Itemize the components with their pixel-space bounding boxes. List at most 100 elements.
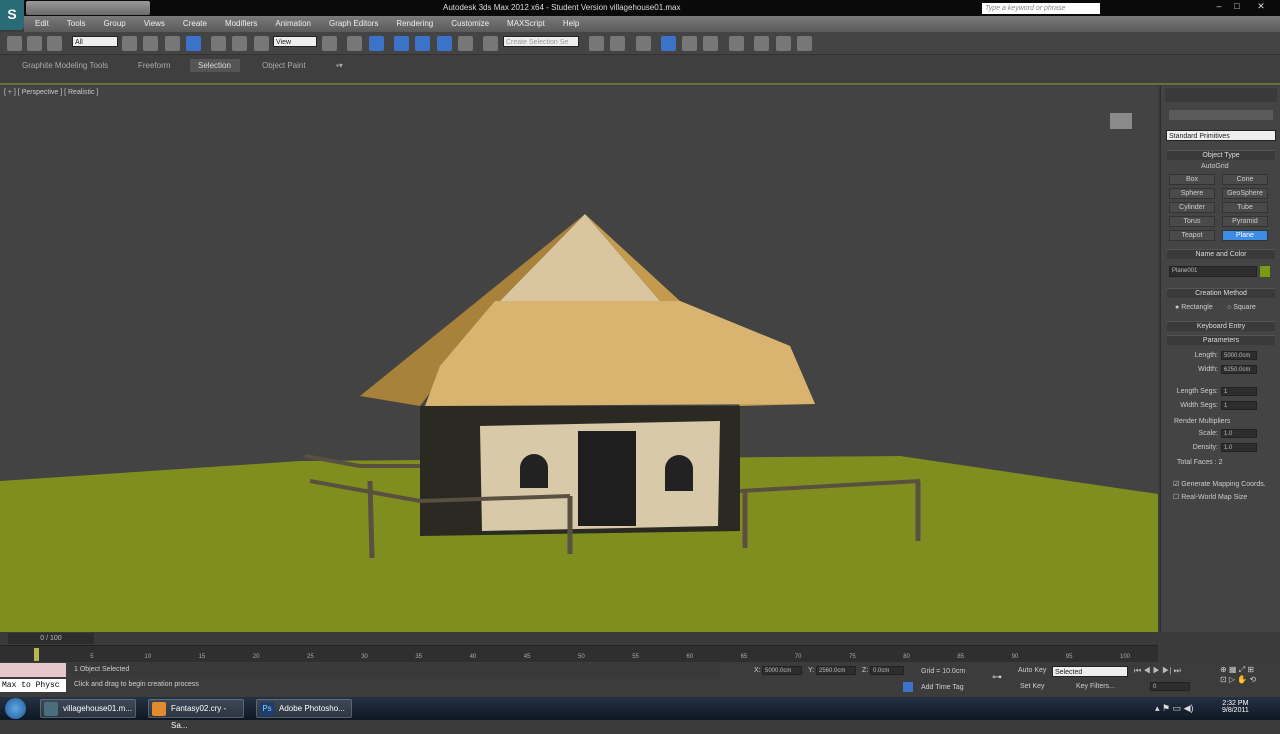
- rotate-icon[interactable]: [232, 36, 247, 51]
- y-coord-input[interactable]: 2560.0cm: [816, 666, 856, 675]
- render-setup-icon[interactable]: [754, 36, 769, 51]
- ribbon-options-icon[interactable]: ▪▾: [328, 59, 351, 72]
- key-mode-select[interactable]: Selected: [1052, 666, 1128, 677]
- width-segs-input[interactable]: 1: [1221, 401, 1257, 410]
- cone-button[interactable]: Cone: [1222, 174, 1268, 185]
- rendered-frame-icon[interactable]: [776, 36, 791, 51]
- snaps-toggle-icon[interactable]: [394, 36, 409, 51]
- width-input[interactable]: 6250.0cm: [1221, 365, 1257, 374]
- create-subcategory-icons[interactable]: [1169, 110, 1273, 120]
- close-button[interactable]: ✕: [1252, 1, 1270, 13]
- reference-coord-select[interactable]: View: [273, 36, 317, 47]
- menu-create[interactable]: Create: [183, 19, 207, 28]
- schematic-view-icon[interactable]: [703, 36, 718, 51]
- pyramid-button[interactable]: Pyramid: [1222, 216, 1268, 227]
- plane-button[interactable]: Plane: [1222, 230, 1268, 241]
- move-icon[interactable]: [211, 36, 226, 51]
- menu-tools[interactable]: Tools: [67, 19, 86, 28]
- percent-snap-icon[interactable]: [437, 36, 452, 51]
- spinner-snap-icon[interactable]: [458, 36, 473, 51]
- viewcube[interactable]: [1110, 113, 1132, 129]
- tab-freeform[interactable]: Freeform: [130, 59, 178, 72]
- object-color-swatch[interactable]: [1260, 266, 1270, 277]
- quick-access-toolbar[interactable]: [26, 1, 150, 15]
- current-frame-input[interactable]: 0: [1150, 682, 1190, 691]
- minimize-button[interactable]: –: [1210, 1, 1228, 13]
- perspective-viewport[interactable]: [ + ] [ Perspective ] [ Realistic ]: [0, 86, 1158, 632]
- maximize-button[interactable]: □: [1228, 1, 1246, 13]
- object-name-input[interactable]: Plane001: [1169, 266, 1257, 277]
- tube-button[interactable]: Tube: [1222, 202, 1268, 213]
- named-selection-select[interactable]: Create Selection Se: [503, 36, 579, 47]
- tray-icons[interactable]: ▴ ⚑ ▭ ◀): [1155, 703, 1194, 714]
- time-tag-icon[interactable]: [903, 682, 913, 692]
- geosphere-button[interactable]: GeoSphere: [1222, 188, 1268, 199]
- time-slider[interactable]: 0 / 100: [0, 632, 1158, 645]
- graphite-toggle-icon[interactable]: [661, 36, 676, 51]
- x-coord-input[interactable]: 5000.0cm: [762, 666, 802, 675]
- set-key-button[interactable]: Set Key: [1020, 683, 1045, 690]
- rollout-object-type[interactable]: Object Type: [1167, 150, 1275, 160]
- box-button[interactable]: Box: [1169, 174, 1215, 185]
- teapot-button[interactable]: Teapot: [1169, 230, 1215, 241]
- time-slider-thumb[interactable]: 0 / 100: [8, 633, 94, 644]
- radio-square[interactable]: ○ Square: [1227, 304, 1256, 311]
- radio-rectangle[interactable]: ● Rectangle: [1175, 304, 1213, 311]
- menu-maxscript[interactable]: MAXScript: [507, 19, 545, 28]
- menu-rendering[interactable]: Rendering: [396, 19, 433, 28]
- select-manipulate-icon[interactable]: [347, 36, 362, 51]
- scale-icon[interactable]: [254, 36, 269, 51]
- viewport-navigation-controls[interactable]: ⊕ ▦ ⤢ ⊞ ⊡ ▷ ✋ ⟲: [1220, 665, 1278, 693]
- keyboard-shortcut-override-icon[interactable]: [369, 36, 384, 51]
- key-filters-button[interactable]: Key Filters...: [1076, 683, 1115, 690]
- maxscript-input[interactable]: Max to Physc: [0, 679, 66, 692]
- playback-controls[interactable]: ⏮ ◀ ▶ ▶| ⏭: [1134, 666, 1216, 676]
- menu-group[interactable]: Group: [103, 19, 125, 28]
- primitive-type-select[interactable]: Standard Primitives: [1166, 130, 1276, 141]
- select-by-name-icon[interactable]: [143, 36, 158, 51]
- auto-key-button[interactable]: Auto Key: [1018, 667, 1046, 674]
- taskbar-item-photoshop[interactable]: Ps Adobe Photosho...: [256, 699, 352, 718]
- taskbar-item-3dsmax[interactable]: villagehouse01.m...: [40, 699, 136, 718]
- edit-named-selection-icon[interactable]: [483, 36, 498, 51]
- tab-object-paint[interactable]: Object Paint: [254, 59, 314, 72]
- menu-help[interactable]: Help: [563, 19, 579, 28]
- selection-filter-select[interactable]: All: [72, 36, 118, 47]
- menu-edit[interactable]: Edit: [35, 19, 49, 28]
- pivot-center-icon[interactable]: [322, 36, 337, 51]
- cylinder-button[interactable]: Cylinder: [1169, 202, 1215, 213]
- menu-customize[interactable]: Customize: [451, 19, 489, 28]
- set-key-icon[interactable]: ⊶: [992, 672, 1002, 683]
- help-search-input[interactable]: Type a keyword or phrase: [982, 3, 1100, 14]
- viewport-label[interactable]: [ + ] [ Perspective ] [ Realistic ]: [4, 89, 98, 96]
- render-production-icon[interactable]: [797, 36, 812, 51]
- curve-editor-icon[interactable]: [682, 36, 697, 51]
- tab-selection[interactable]: Selection: [190, 59, 240, 72]
- tab-graphite-modeling-tools[interactable]: Graphite Modeling Tools: [14, 59, 116, 72]
- taskbar-item-sandbox[interactable]: Fantasy02.cry - Sa...: [148, 699, 244, 730]
- menu-modifiers[interactable]: Modifiers: [225, 19, 257, 28]
- length-segs-input[interactable]: 1: [1221, 387, 1257, 396]
- menu-animation[interactable]: Animation: [275, 19, 311, 28]
- rollout-name-and-color[interactable]: Name and Color: [1167, 249, 1275, 259]
- z-coord-input[interactable]: 0.0cm: [870, 666, 904, 675]
- add-time-tag[interactable]: Add Time Tag: [921, 684, 964, 691]
- unlink-icon[interactable]: [27, 36, 42, 51]
- menu-views[interactable]: Views: [144, 19, 165, 28]
- sphere-button[interactable]: Sphere: [1169, 188, 1215, 199]
- angle-snap-icon[interactable]: [415, 36, 430, 51]
- density-input[interactable]: 1.0: [1221, 443, 1257, 452]
- select-object-icon[interactable]: [122, 36, 137, 51]
- autogrid-checkbox[interactable]: AutoGrid: [1201, 163, 1229, 170]
- layer-manager-icon[interactable]: [636, 36, 651, 51]
- length-input[interactable]: 5000.0cm: [1221, 351, 1257, 360]
- scale-input[interactable]: 1.0: [1221, 429, 1257, 438]
- rollout-parameters[interactable]: Parameters: [1167, 335, 1275, 345]
- rollout-creation-method[interactable]: Creation Method: [1167, 288, 1275, 298]
- link-icon[interactable]: [7, 36, 22, 51]
- clock[interactable]: 2:32 PM 9/8/2011: [1222, 700, 1249, 714]
- maxscript-listener[interactable]: [0, 663, 66, 677]
- mirror-icon[interactable]: [589, 36, 604, 51]
- start-button[interactable]: [5, 698, 26, 719]
- generate-mapping-checkbox[interactable]: ☑ Generate Mapping Coords.: [1173, 480, 1266, 488]
